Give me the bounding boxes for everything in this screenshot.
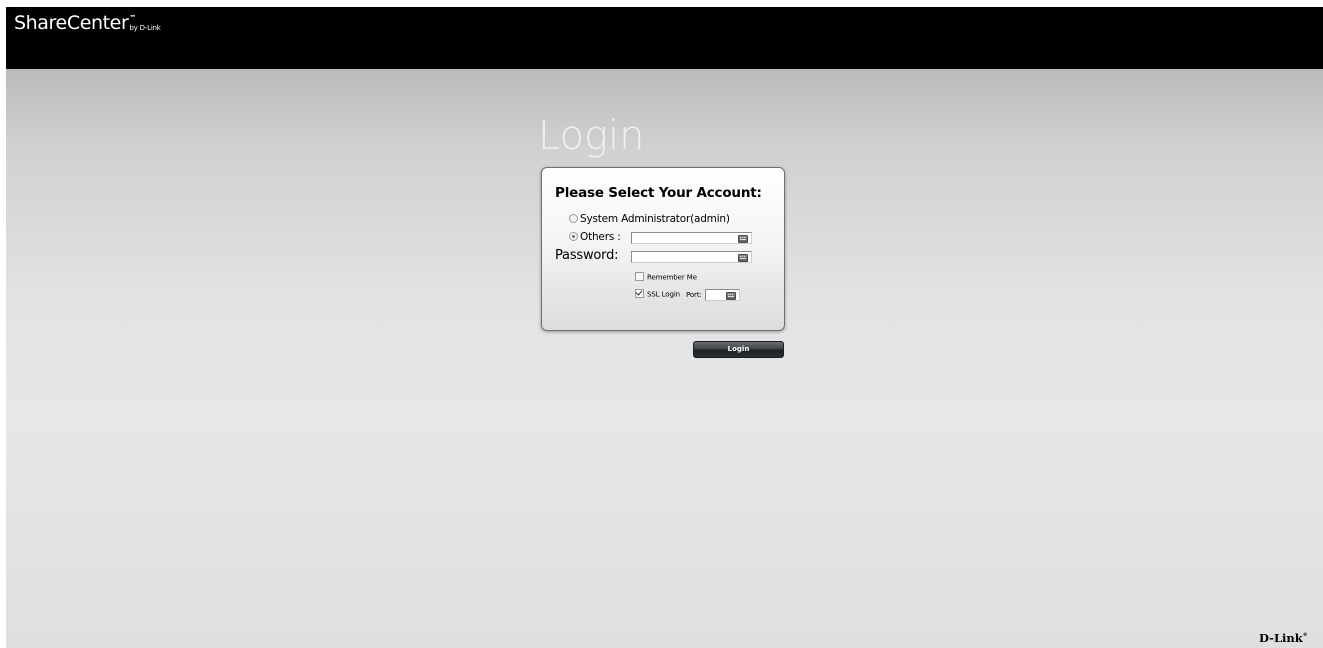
password-input[interactable] xyxy=(631,251,752,263)
option-admin[interactable]: System Administrator(admin) xyxy=(569,213,730,225)
keyboard-icon[interactable] xyxy=(726,292,736,300)
brand-logo: ShareCenter™ by D-Link xyxy=(14,14,168,33)
login-stage: Login Please Select Your Account: System… xyxy=(6,69,1323,648)
dlink-logo-text: D-Link xyxy=(1259,631,1303,645)
admin-radio-label: System Administrator(admin) xyxy=(580,213,730,225)
dlink-logo: D-Link® xyxy=(1259,631,1308,645)
brand-trademark: ™ xyxy=(129,14,137,22)
ssl-login-checkbox[interactable] xyxy=(635,289,644,298)
remember-me-checkbox[interactable] xyxy=(635,272,644,281)
option-others[interactable]: Others : xyxy=(569,231,621,243)
keyboard-icon[interactable] xyxy=(738,254,748,262)
brand-by-dlink: by D-Link xyxy=(129,24,161,32)
others-radio-label: Others : xyxy=(580,231,621,243)
others-radio[interactable] xyxy=(569,231,578,241)
card-title: Please Select Your Account: xyxy=(555,185,762,201)
page-title: Login xyxy=(538,113,645,159)
keyboard-icon[interactable] xyxy=(738,235,748,243)
password-label: Password: xyxy=(555,248,619,263)
remember-me-label: Remember Me xyxy=(647,273,697,282)
remember-me-option[interactable]: Remember Me xyxy=(635,272,697,282)
port-label: Port: xyxy=(686,290,702,299)
login-button[interactable]: Login xyxy=(693,341,784,358)
app-frame: ShareCenter™ by D-Link Login Please Selec… xyxy=(6,7,1323,648)
admin-radio[interactable] xyxy=(569,213,578,223)
ssl-login-label: SSL Login xyxy=(647,290,680,299)
top-bar: ShareCenter™ by D-Link xyxy=(6,7,1323,69)
brand-name: ShareCenter xyxy=(14,12,129,34)
username-input[interactable] xyxy=(631,232,752,244)
registered-mark: ® xyxy=(1302,632,1308,638)
login-card: Please Select Your Account: System Admin… xyxy=(541,167,785,331)
ssl-login-option[interactable]: SSL Login Port: xyxy=(635,289,702,299)
